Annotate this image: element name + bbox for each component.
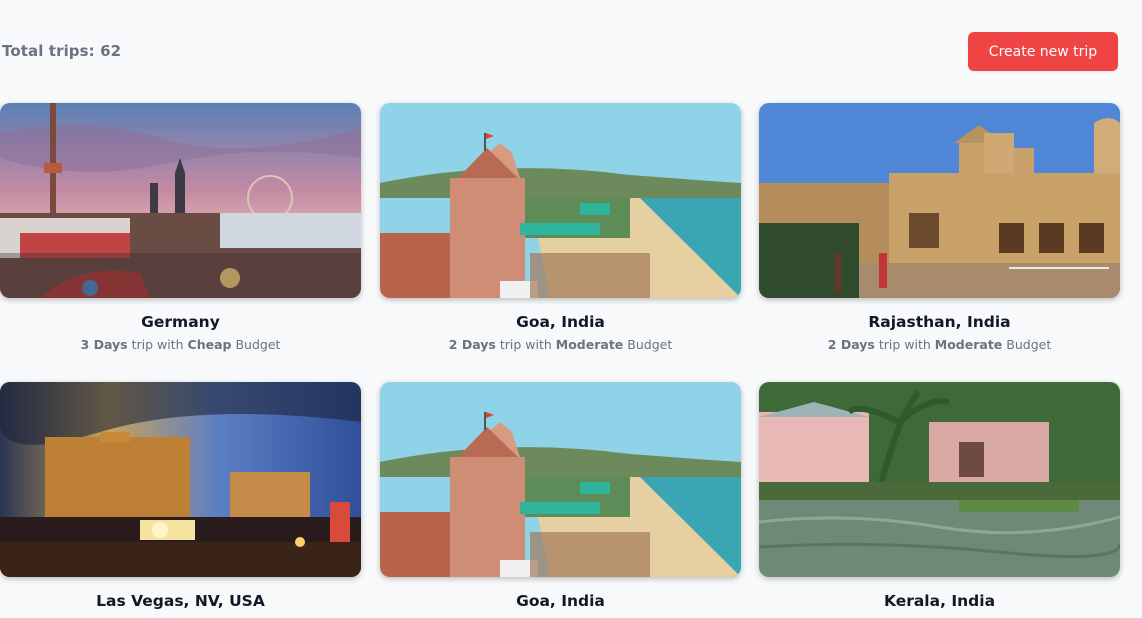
trip-card-rajasthan[interactable]: Rajasthan, India 2 Days trip with Modera…	[759, 103, 1120, 352]
total-trips-count: Total trips: 62	[2, 42, 122, 60]
trip-days: 2 Days	[448, 337, 496, 352]
trips-page: Total trips: 62 Create new trip Germany …	[0, 0, 1142, 618]
trip-days: 3 Days	[80, 337, 128, 352]
trip-summary: 3 Days trip with Cheap Budget	[0, 337, 361, 352]
trip-title: Las Vegas, NV, USA	[96, 592, 265, 610]
trips-header: Total trips: 62 Create new trip	[0, 32, 1120, 72]
trip-with-text: trip with	[499, 337, 552, 352]
trip-card-germany[interactable]: Germany 3 Days trip with Cheap Budget	[0, 103, 361, 352]
trip-budget: Moderate	[555, 337, 624, 352]
trip-with-text: trip with	[131, 337, 184, 352]
trip-card-las-vegas[interactable]: Las Vegas, NV, USA	[0, 382, 361, 610]
trip-budget-word: Budget	[627, 337, 673, 352]
trip-budget-word: Budget	[235, 337, 281, 352]
trip-title: Rajasthan, India	[868, 313, 1011, 331]
trip-summary: 2 Days trip with Moderate Budget	[380, 337, 741, 352]
trip-image-rajasthan[interactable]	[759, 103, 1120, 298]
trip-image-germany[interactable]	[0, 103, 361, 298]
trip-card-goa-2[interactable]: Goa, India	[380, 382, 741, 610]
trip-budget: Moderate	[934, 337, 1003, 352]
trip-budget: Cheap	[187, 337, 232, 352]
trip-summary: 2 Days trip with Moderate Budget	[759, 337, 1120, 352]
trip-image-goa[interactable]	[380, 382, 741, 577]
trip-days: 2 Days	[827, 337, 875, 352]
trip-image-las-vegas[interactable]	[0, 382, 361, 577]
trip-with-text: trip with	[878, 337, 931, 352]
trip-image-goa[interactable]	[380, 103, 741, 298]
trip-budget-word: Budget	[1006, 337, 1052, 352]
trip-image-kerala[interactable]	[759, 382, 1120, 577]
trip-card-goa[interactable]: Goa, India 2 Days trip with Moderate Bud…	[380, 103, 741, 352]
trip-title: Goa, India	[516, 313, 605, 331]
trip-title: Kerala, India	[883, 592, 996, 610]
create-new-trip-button[interactable]: Create new trip	[968, 32, 1118, 71]
trip-title: Germany	[141, 313, 220, 331]
trip-title: Goa, India	[516, 592, 605, 610]
trip-card-kerala[interactable]: Kerala, India	[759, 382, 1120, 610]
